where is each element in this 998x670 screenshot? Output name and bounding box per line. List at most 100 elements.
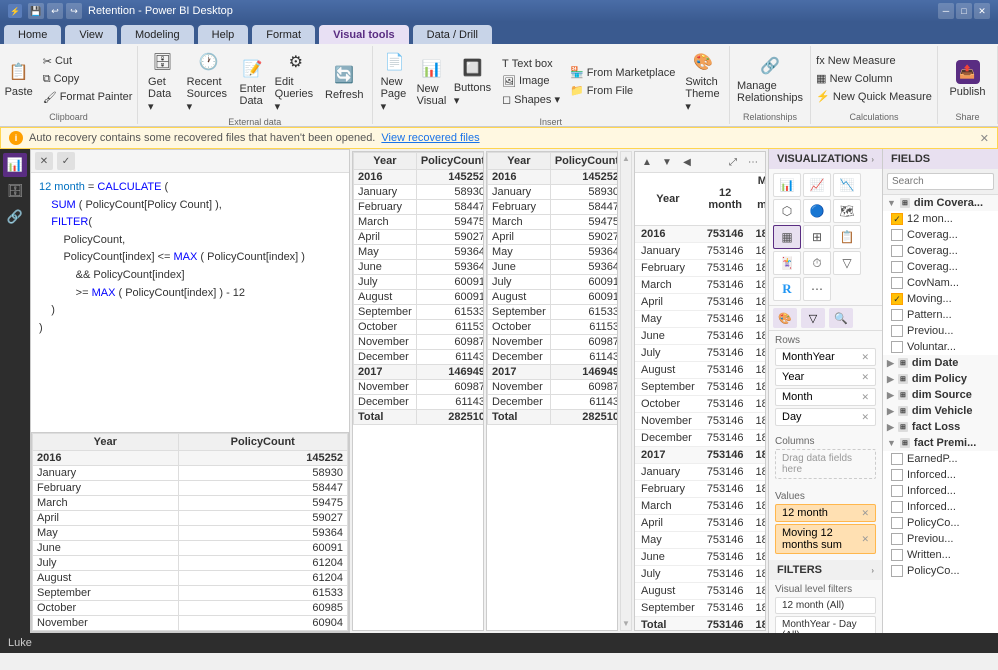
info-close-button[interactable]: ✕ bbox=[980, 132, 989, 145]
viz-up-btn[interactable]: ▲ bbox=[639, 154, 655, 170]
visualizations-header[interactable]: VISUALIZATIONS › bbox=[769, 149, 882, 169]
edit-queries-button[interactable]: ⚙ EditQueries ▾ bbox=[271, 48, 321, 115]
manage-relationships-button[interactable]: 🔗 ManageRelationships bbox=[733, 52, 807, 106]
viz-icon-scatter[interactable]: ⬡ bbox=[773, 199, 801, 223]
cut-button[interactable]: ✂ Cut bbox=[39, 53, 137, 70]
field-group-dim-source[interactable]: ▶ ⊞ dim Source bbox=[883, 387, 998, 403]
redo-btn[interactable]: ↪ bbox=[66, 3, 82, 19]
field-group-dim-policy[interactable]: ▶ ⊞ dim Policy bbox=[883, 371, 998, 387]
format-painter-button[interactable]: 🖌 Format Painter bbox=[39, 89, 137, 106]
viz-icon-pie[interactable]: 🔵 bbox=[803, 199, 831, 223]
field-item-previou---[interactable]: Previou... bbox=[883, 531, 998, 547]
viz-left-btn[interactable]: ◀ bbox=[679, 154, 695, 170]
row-item-day[interactable]: Day ✕ bbox=[775, 408, 876, 426]
save-btn[interactable]: 💾 bbox=[28, 3, 44, 19]
viz-down-btn[interactable]: ▼ bbox=[659, 154, 675, 170]
text-box-button[interactable]: T Text box bbox=[498, 56, 564, 72]
new-visual-button[interactable]: 📊 NewVisual bbox=[415, 55, 448, 109]
viz-icon-r[interactable]: R bbox=[773, 277, 801, 301]
field-item-moving---[interactable]: ✓ Moving... bbox=[883, 291, 998, 307]
scroll-indicator[interactable]: ▲ ▼ bbox=[620, 151, 632, 631]
field-group-fact-loss[interactable]: ▶ ⊞ fact Loss bbox=[883, 419, 998, 435]
value-12month-remove[interactable]: ✕ bbox=[861, 508, 869, 519]
tab-data-drill[interactable]: Data / Drill bbox=[413, 25, 492, 44]
viz-icon-line[interactable]: 📈 bbox=[803, 173, 831, 197]
view-recovered-link[interactable]: View recovered files bbox=[381, 132, 479, 144]
row-item-month[interactable]: Month ✕ bbox=[775, 388, 876, 406]
field-group-dim-covera---[interactable]: ▼ ⊞ dim Covera... bbox=[883, 195, 998, 211]
dax-check-btn[interactable]: ✓ bbox=[57, 152, 75, 170]
row-month-remove[interactable]: ✕ bbox=[861, 392, 869, 403]
viz-icon-gauge[interactable]: ⏱ bbox=[803, 251, 831, 275]
value-item-moving12[interactable]: Moving 12 months sum ✕ bbox=[775, 524, 876, 554]
viz-icon-table[interactable]: ▦ bbox=[773, 225, 801, 249]
field-item-covnam---[interactable]: CovNam... bbox=[883, 275, 998, 291]
filter-12month[interactable]: 12 month (All) bbox=[775, 597, 876, 614]
field-group-dim-date[interactable]: ▶ ⊞ dim Date bbox=[883, 355, 998, 371]
tab-home[interactable]: Home bbox=[4, 25, 61, 44]
format-btn[interactable]: 🎨 bbox=[773, 308, 797, 328]
shapes-button[interactable]: ◻ Shapes ▾ bbox=[498, 91, 564, 108]
filters-header[interactable]: FILTERS › bbox=[769, 560, 882, 580]
row-year-remove[interactable]: ✕ bbox=[861, 372, 869, 383]
viz-icon-more[interactable]: ⋯ bbox=[803, 277, 831, 301]
field-item-coverag---[interactable]: Coverag... bbox=[883, 259, 998, 275]
field-item-voluntar---[interactable]: Voluntar... bbox=[883, 339, 998, 355]
from-file-button[interactable]: 📁 From File bbox=[566, 82, 679, 99]
tab-help[interactable]: Help bbox=[198, 25, 249, 44]
buttons-button[interactable]: 🔲 Buttons ▾ bbox=[450, 54, 496, 109]
field-item-coverag---[interactable]: Coverag... bbox=[883, 227, 998, 243]
viz-menu-btn[interactable]: ⋯ bbox=[745, 154, 761, 170]
field-item-inforced---[interactable]: Inforced... bbox=[883, 467, 998, 483]
columns-drop-zone[interactable]: Drag data fields here bbox=[775, 449, 876, 479]
dax-content[interactable]: 12 month = CALCULATE ( SUM ( PolicyCount… bbox=[31, 173, 349, 432]
field-item-inforced---[interactable]: Inforced... bbox=[883, 499, 998, 515]
viz-icon-matrix[interactable]: ⊞ bbox=[803, 225, 831, 249]
field-item-previou---[interactable]: Previou... bbox=[883, 323, 998, 339]
fields-header[interactable]: FIELDS bbox=[883, 149, 998, 169]
field-group-dim-vehicle[interactable]: ▶ ⊞ dim Vehicle bbox=[883, 403, 998, 419]
maximize-btn[interactable]: □ bbox=[956, 3, 972, 19]
field-group-fact-premi---[interactable]: ▼ ⊞ fact Premi... bbox=[883, 435, 998, 451]
close-btn[interactable]: ✕ bbox=[974, 3, 990, 19]
tab-visual-tools[interactable]: Visual tools bbox=[319, 25, 409, 44]
value-moving12-remove[interactable]: ✕ bbox=[861, 534, 869, 545]
field-item-pattern---[interactable]: Pattern... bbox=[883, 307, 998, 323]
sidebar-data-icon[interactable]: 🗄 bbox=[3, 179, 27, 203]
viz-icon-area[interactable]: 📉 bbox=[833, 173, 861, 197]
field-item-policyco---[interactable]: PolicyCo... bbox=[883, 563, 998, 579]
publish-button[interactable]: 📤 Publish bbox=[944, 58, 992, 100]
recent-sources-button[interactable]: 🕐 RecentSources ▾ bbox=[183, 48, 235, 115]
viz-icon-kpi[interactable]: 📋 bbox=[833, 225, 861, 249]
new-column-button[interactable]: ▦ New Column bbox=[812, 70, 936, 87]
row-item-year[interactable]: Year ✕ bbox=[775, 368, 876, 386]
get-data-button[interactable]: 🗄 GetData ▾ bbox=[144, 48, 181, 115]
field-item-written---[interactable]: Written... bbox=[883, 547, 998, 563]
row-day-remove[interactable]: ✕ bbox=[861, 412, 869, 423]
field-item-policyco---[interactable]: PolicyCo... bbox=[883, 515, 998, 531]
sidebar-model-icon[interactable]: 🔗 bbox=[3, 205, 27, 229]
minimize-btn[interactable]: ─ bbox=[938, 3, 954, 19]
enter-data-button[interactable]: 📝 EnterData bbox=[237, 55, 269, 109]
new-quick-measure-button[interactable]: ⚡ New Quick Measure bbox=[812, 88, 936, 105]
switch-theme-button[interactable]: 🎨 SwitchTheme ▾ bbox=[681, 48, 725, 115]
analytics-btn[interactable]: 🔍 bbox=[829, 308, 853, 328]
from-marketplace-button[interactable]: 🏪 From Marketplace bbox=[566, 64, 679, 81]
copy-button[interactable]: ⧉ Copy bbox=[39, 71, 137, 88]
viz-icon-bar[interactable]: 📊 bbox=[773, 173, 801, 197]
viz-expand-btn[interactable]: ⤢ bbox=[725, 154, 741, 170]
field-item-coverag---[interactable]: Coverag... bbox=[883, 243, 998, 259]
sidebar-report-icon[interactable]: 📊 bbox=[3, 153, 27, 177]
undo-btn[interactable]: ↩ bbox=[47, 3, 63, 19]
row-item-monthyear[interactable]: MonthYear ✕ bbox=[775, 348, 876, 366]
image-button[interactable]: 🖼 Image bbox=[498, 73, 564, 90]
tab-modeling[interactable]: Modeling bbox=[121, 25, 194, 44]
new-page-button[interactable]: 📄 NewPage ▾ bbox=[377, 48, 414, 115]
new-measure-button[interactable]: fx New Measure bbox=[812, 53, 936, 69]
tab-view[interactable]: View bbox=[65, 25, 117, 44]
refresh-button[interactable]: 🔄 Refresh bbox=[323, 61, 366, 103]
field-item-earnedp---[interactable]: EarnedP... bbox=[883, 451, 998, 467]
row-monthyear-remove[interactable]: ✕ bbox=[861, 352, 869, 363]
filter-btn[interactable]: ▽ bbox=[801, 308, 825, 328]
viz-icon-map[interactable]: 🗺 bbox=[833, 199, 861, 223]
